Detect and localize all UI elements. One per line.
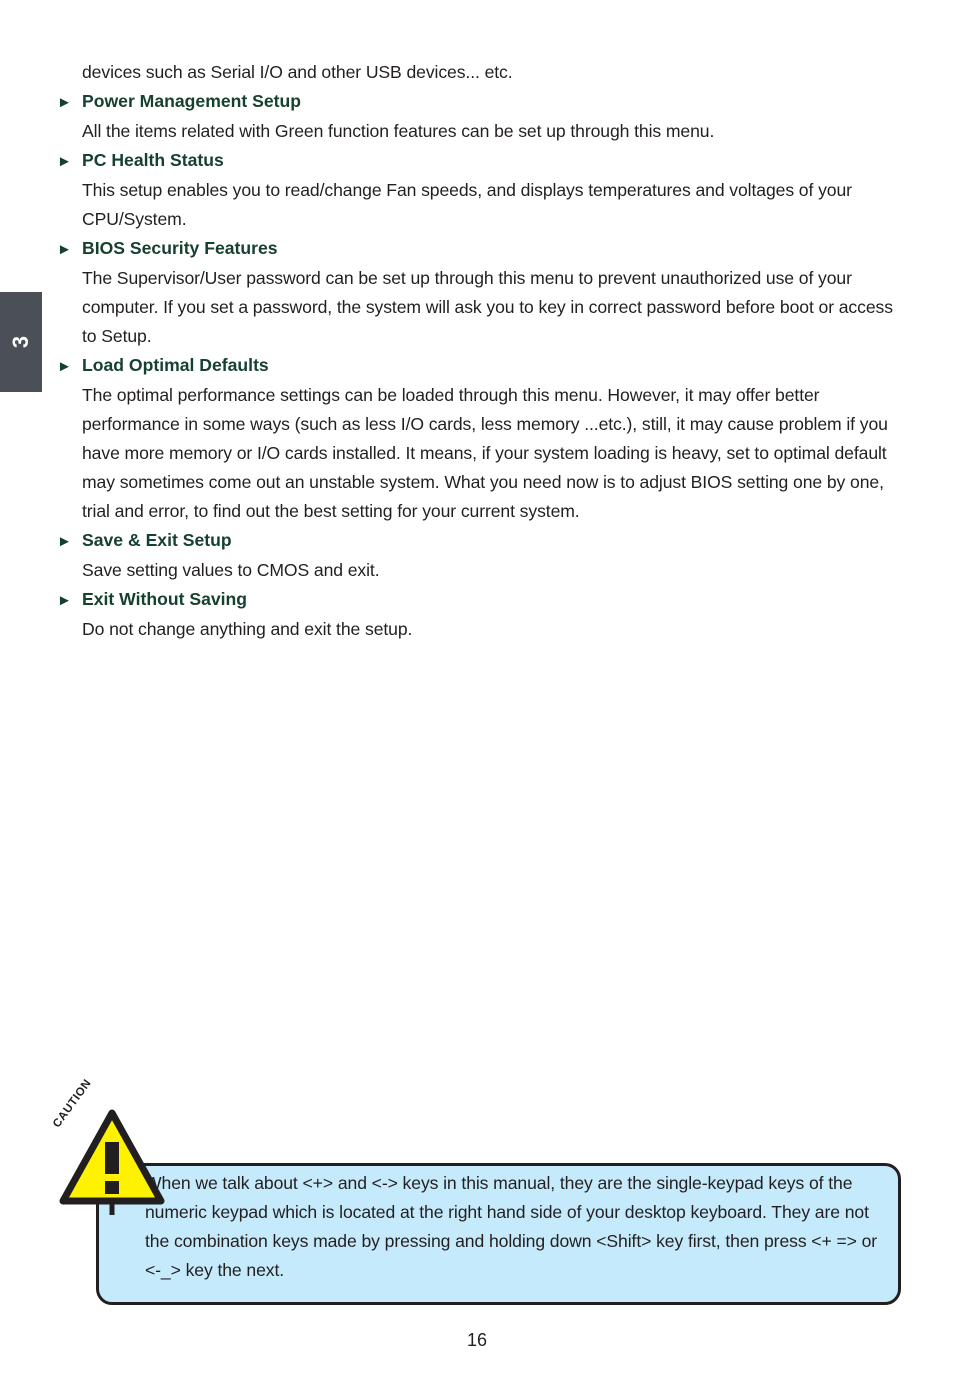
section-heading: ► Exit Without Saving: [57, 585, 902, 615]
section-power-management-setup: ► Power Management Setup All the items r…: [57, 87, 902, 146]
section-heading: ► Save & Exit Setup: [57, 526, 902, 556]
section-body: All the items related with Green functio…: [82, 121, 715, 141]
section-body: Do not change anything and exit the setu…: [82, 619, 413, 639]
chapter-tab-number: 3: [8, 335, 33, 349]
section-heading-label: Power Management Setup: [82, 91, 301, 111]
section-heading-label: Exit Without Saving: [82, 589, 248, 609]
intro-line: devices such as Serial I/O and other USB…: [82, 62, 513, 82]
document-page: 3 devices such as Serial I/O and other U…: [0, 0, 954, 1383]
section-heading: ► Load Optimal Defaults: [57, 351, 902, 381]
section-load-optimal-defaults: ► Load Optimal Defaults The optimal perf…: [57, 351, 902, 526]
bullet-arrow-icon: ►: [57, 94, 72, 111]
section-heading: ► Power Management Setup: [57, 87, 902, 117]
caution-text: When we talk about <+> and <-> keys in t…: [145, 1169, 885, 1285]
section-body: The Supervisor/User password can be set …: [82, 268, 893, 346]
section-pc-health-status: ► PC Health Status This setup enables yo…: [57, 146, 902, 234]
page-number: 16: [466, 1330, 488, 1350]
section-heading-label: BIOS Security Features: [82, 238, 278, 258]
bullet-arrow-icon: ►: [57, 592, 72, 609]
section-heading-label: PC Health Status: [82, 150, 224, 170]
bullet-arrow-icon: ►: [57, 533, 72, 550]
page-content: devices such as Serial I/O and other USB…: [57, 58, 902, 644]
bullet-arrow-icon: ►: [57, 241, 72, 258]
section-heading-label: Save & Exit Setup: [82, 530, 232, 550]
caution-triangle-icon: [59, 1109, 165, 1215]
section-heading: ► BIOS Security Features: [57, 234, 902, 264]
caution-callout: When we talk about <+> and <-> keys in t…: [51, 1077, 907, 1315]
section-heading: ► PC Health Status: [57, 146, 902, 176]
section-body: The optimal performance settings can be …: [82, 385, 888, 521]
section-body: Save setting values to CMOS and exit.: [82, 560, 380, 580]
section-heading-label: Load Optimal Defaults: [82, 355, 269, 375]
bullet-arrow-icon: ►: [57, 358, 72, 375]
caution-paragraph: When we talk about <+> and <-> keys in t…: [145, 1173, 878, 1280]
section-exit-without-saving: ► Exit Without Saving Do not change anyt…: [57, 585, 902, 644]
section-save-and-exit-setup: ► Save & Exit Setup Save setting values …: [57, 526, 902, 585]
section-body: This setup enables you to read/change Fa…: [82, 180, 852, 229]
bullet-arrow-icon: ►: [57, 153, 72, 170]
chapter-tab: 3: [0, 292, 42, 392]
section-bios-security-features: ► BIOS Security Features The Supervisor/…: [57, 234, 902, 351]
